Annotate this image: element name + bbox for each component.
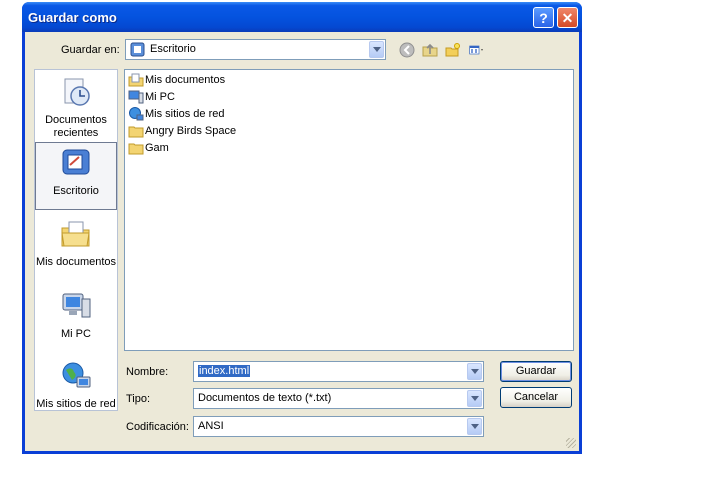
file-name: Gam	[145, 142, 169, 154]
encoding-label: Codificación:	[126, 421, 189, 433]
filename-input[interactable]: index.html	[193, 361, 484, 382]
places-bar: Documentos recientes Escritorio Mis docu…	[34, 69, 118, 411]
desktop-icon	[62, 149, 90, 175]
new-folder-icon[interactable]	[445, 42, 461, 58]
place-network-places[interactable]: Mis sitios de red	[35, 360, 117, 411]
back-icon[interactable]	[399, 42, 415, 58]
file-name: Mis documentos	[145, 74, 226, 86]
chevron-down-icon[interactable]	[467, 390, 482, 407]
place-my-computer[interactable]: Mi PC	[35, 290, 117, 341]
file-name: Angry Birds Space	[145, 125, 237, 137]
file-list[interactable]: Mis documentos Mi PC Mis sitios de red A…	[124, 69, 574, 351]
filename-value: index.html	[198, 365, 251, 377]
place-label: Escritorio	[53, 185, 99, 197]
place-label: Mi PC	[61, 328, 91, 340]
my-computer-icon	[128, 90, 144, 104]
file-name: Mi PC	[145, 91, 175, 103]
place-desktop[interactable]: Escritorio	[35, 142, 117, 210]
save-in-label: Guardar en:	[61, 44, 120, 56]
window-title: Guardar como	[28, 10, 117, 25]
filename-label: Nombre:	[126, 366, 169, 378]
filetype-value: Documentos de texto (*.txt)	[198, 392, 332, 404]
title-bar[interactable]: Guardar como ? ✕	[22, 2, 582, 32]
dialog-body: Guardar en: Escritorio Documentos recien…	[25, 32, 579, 451]
filetype-dropdown[interactable]: Documentos de texto (*.txt)	[193, 388, 484, 409]
file-name: Mis sitios de red	[145, 108, 225, 120]
my-computer-icon	[62, 293, 91, 318]
place-recent-documents[interactable]: Documentos recientes	[35, 76, 117, 140]
place-label: Mis sitios de red	[36, 398, 116, 410]
network-places-icon	[129, 107, 144, 121]
folder-icon	[128, 143, 144, 155]
folder-icon	[128, 126, 144, 138]
save-in-dropdown[interactable]: Escritorio	[125, 39, 386, 60]
desktop-icon	[130, 42, 145, 57]
place-label: Documentos recientes	[45, 114, 107, 139]
chevron-down-icon[interactable]	[369, 41, 384, 58]
encoding-value: ANSI	[198, 420, 224, 432]
cancel-button[interactable]: Cancelar	[500, 387, 572, 408]
filetype-label: Tipo:	[126, 393, 151, 405]
resize-grip[interactable]	[566, 438, 576, 448]
encoding-dropdown[interactable]: ANSI	[193, 416, 484, 437]
chevron-down-icon[interactable]	[467, 363, 482, 380]
network-places-icon	[62, 362, 91, 388]
place-my-documents[interactable]: Mis documentos	[35, 218, 117, 269]
place-label: Mis documentos	[35, 256, 117, 268]
recent-documents-icon	[64, 78, 90, 106]
views-menu-icon[interactable]	[469, 42, 485, 58]
up-folder-icon[interactable]	[422, 42, 438, 58]
save-as-dialog: Guardar como ? ✕ Guardar en: Escritorio	[22, 2, 582, 454]
close-icon[interactable]: ✕	[557, 7, 578, 28]
help-icon[interactable]: ?	[533, 7, 554, 28]
chevron-down-icon[interactable]	[467, 418, 482, 435]
my-documents-icon	[61, 221, 90, 247]
save-button[interactable]: Guardar	[500, 361, 572, 382]
save-in-value: Escritorio	[150, 43, 196, 55]
my-documents-icon	[128, 73, 144, 87]
